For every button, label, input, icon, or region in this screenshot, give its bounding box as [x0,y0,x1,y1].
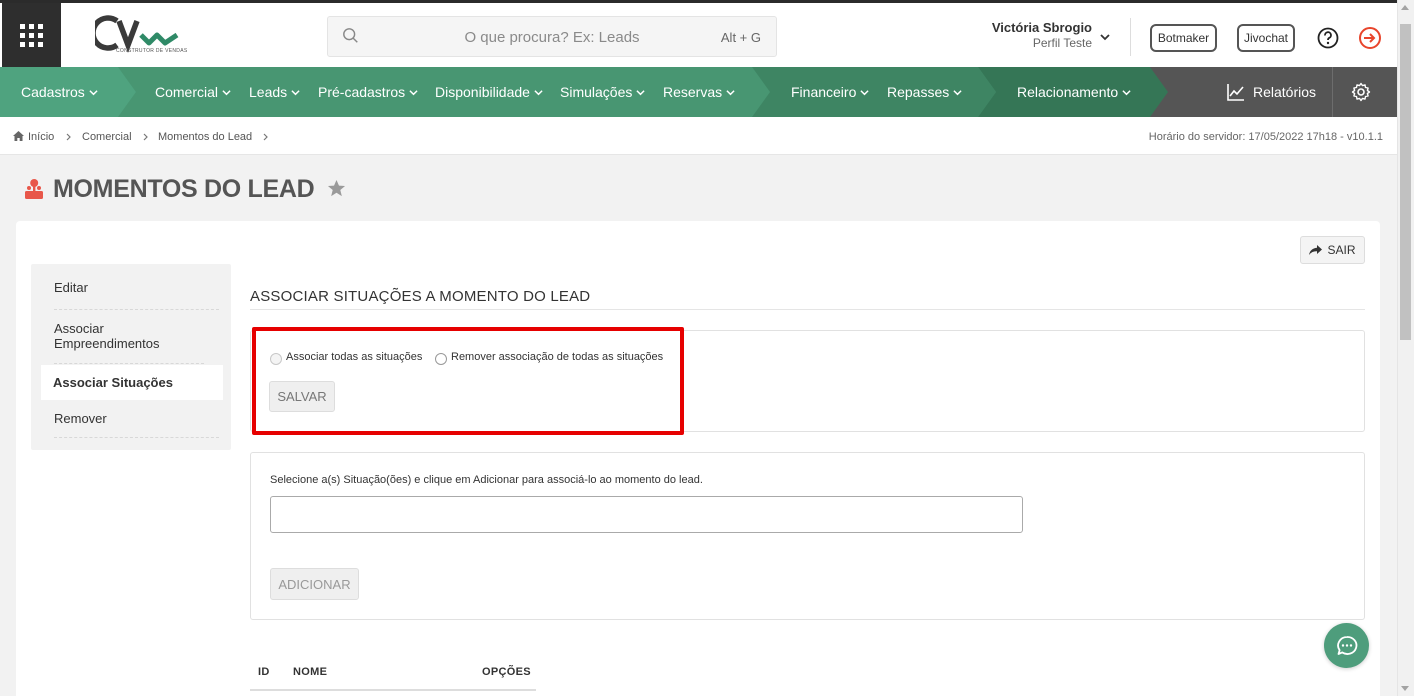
chevron-down-icon [409,90,418,96]
user-menu[interactable]: Victória Sbrogio Perfil Teste [970,20,1092,50]
global-search[interactable]: O que procura? Ex: Leads Alt + G [327,16,777,57]
add-situations-help: Selecione a(s) Situação(ões) e clique em… [270,474,703,486]
apps-grid-icon [20,23,43,47]
table-header-nome: NOME [293,666,328,678]
sidebar-item-label: Editar [54,280,88,295]
chevron-down-icon [534,90,543,96]
user-name: Victória Sbrogio [991,20,1092,35]
page-title: MOMENTOS DO LEAD [53,175,315,203]
nav-divider [1332,67,1333,117]
nav-pre-cadastros-label: Pré-cadastros [318,84,406,100]
sidebar-item-associar-situacoes[interactable]: Associar Situações [41,365,223,400]
nav-comercial[interactable]: Comercial [155,67,231,117]
nav-relatorios[interactable]: Relatórios [1253,67,1316,117]
header-divider [1130,18,1131,56]
chevron-right-icon [143,133,148,141]
chevron-down-icon [860,90,869,96]
star-icon[interactable] [327,179,346,198]
chevron-down-icon [222,90,231,96]
nav-simulacoes-label: Simulações [560,84,633,100]
highlight-annotation [252,327,684,435]
server-time: Horário do servidor: 17/05/2022 17h18 - … [1148,131,1383,143]
sidebar-item-label: Associar Empreendimentos [54,321,160,351]
chevron-down-icon [726,90,735,96]
exit-button[interactable]: SAIR [1300,236,1365,264]
chevron-right-icon [263,133,268,141]
section-divider [250,309,1365,310]
chevron-down-icon [291,90,300,96]
scrollbar-thumb[interactable] [1400,24,1411,340]
add-button[interactable]: ADICIONAR [270,568,359,600]
chevron-down-icon [953,90,962,96]
chevron-down-icon [89,90,98,96]
joystick-icon [25,179,43,199]
botmaker-button[interactable]: Botmaker [1150,24,1217,52]
nav-repasses-label: Repasses [887,84,950,100]
nav-repasses[interactable]: Repasses [887,67,962,117]
share-arrow-icon [1309,244,1323,255]
scroll-down-arrow[interactable] [1401,686,1409,691]
nav-arrow-tip [1150,67,1168,117]
nav-cadastros[interactable]: Cadastros [21,67,98,117]
nav-relacionamento-label: Relacionamento [1017,84,1119,100]
home-icon [13,131,24,141]
chevron-down-icon [636,90,645,96]
nav-leads-label: Leads [249,84,288,100]
breadcrumb: Início Comercial Momentos do Lead Horári… [0,117,1397,155]
line-chart-icon[interactable] [1227,83,1245,101]
side-menu: Editar Associar Empreendimentos Associar… [31,264,231,450]
sidebar-item-label: Associar Situações [53,375,173,390]
sidebar-item-associar-empreendimentos[interactable]: Associar Empreendimentos [54,321,204,364]
nav-reservas-label: Reservas [663,84,723,100]
nav-relacionamento[interactable]: Relacionamento [1017,67,1131,117]
chevron-down-icon [1122,90,1131,96]
chat-bubble-icon [1336,635,1357,655]
nav-simulacoes[interactable]: Simulações [560,67,645,117]
nav-disponibilidade-label: Disponibilidade [435,84,530,100]
breadcrumb-momentos-do-lead[interactable]: Momentos do Lead [158,131,252,143]
chat-widget-button[interactable] [1324,623,1369,668]
logo-subtitle: CONSTRUTOR DE VENDAS [116,48,188,54]
exit-button-label: SAIR [1327,243,1356,257]
search-input-placeholder[interactable]: O que procura? Ex: Leads [328,29,776,46]
user-profile: Perfil Teste [1032,36,1092,50]
table-header-id: ID [258,666,270,678]
help-icon[interactable] [1317,27,1339,49]
nav-comercial-label: Comercial [155,84,219,100]
breadcrumb-comercial[interactable]: Comercial [82,131,132,143]
nav-financeiro[interactable]: Financeiro [791,67,869,117]
scroll-up-arrow[interactable] [1401,5,1409,10]
nav-leads[interactable]: Leads [249,67,300,117]
sidebar-item-label: Remover [54,411,107,426]
breadcrumb-inicio[interactable]: Início [28,131,54,143]
top-header: CONSTRUTOR DE VENDAS O que procura? Ex: … [0,0,1397,67]
main-navigation: Cadastros Comercial Leads Pré-cadastros … [0,67,1397,117]
gear-icon[interactable] [1351,82,1371,102]
sidebar-item-editar[interactable]: Editar [54,280,219,310]
sidebar-item-remover[interactable]: Remover [54,411,219,438]
section-title: ASSOCIAR SITUAÇÕES A MOMENTO DO LEAD [250,288,591,305]
chevron-down-icon[interactable] [1099,32,1111,42]
jivochat-button[interactable]: Jivochat [1237,24,1295,52]
nav-reservas[interactable]: Reservas [663,67,735,117]
chevron-right-icon [66,133,71,141]
nav-cadastros-label: Cadastros [21,84,85,100]
table-header-divider [250,689,536,691]
nav-disponibilidade[interactable]: Disponibilidade [435,67,543,117]
situations-select[interactable] [270,496,1023,533]
nav-financeiro-label: Financeiro [791,84,857,100]
logout-icon[interactable] [1358,26,1382,50]
search-shortcut-hint: Alt + G [720,30,761,45]
apps-menu-button[interactable] [2,3,61,67]
table-header-opcoes: OPÇÕES [482,666,531,678]
nav-pre-cadastros[interactable]: Pré-cadastros [318,67,418,117]
